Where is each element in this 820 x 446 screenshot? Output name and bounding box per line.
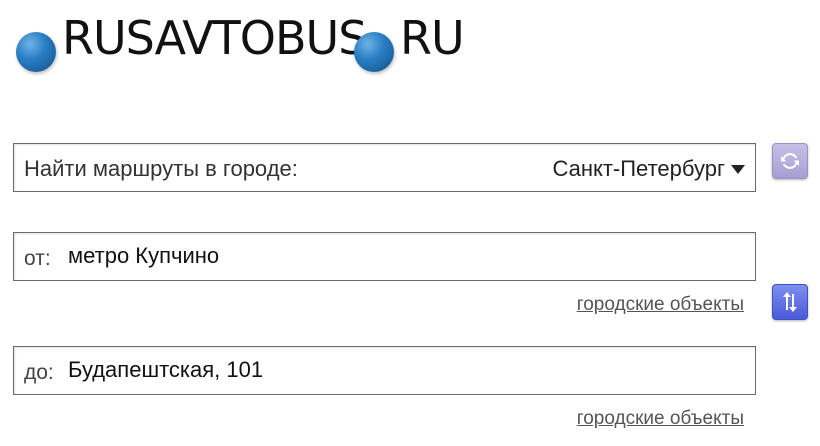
logo-dot-icon xyxy=(354,32,394,72)
to-field[interactable]: до: xyxy=(13,346,756,395)
to-label: до: xyxy=(24,361,54,384)
logo-text-main: RUSAVTOBUS xyxy=(62,11,367,65)
logo-text-domain: RU xyxy=(400,11,465,65)
site-logo[interactable]: RUSAVTOBUS RU xyxy=(14,8,474,78)
to-input[interactable] xyxy=(68,355,738,385)
from-input[interactable] xyxy=(68,241,738,271)
refresh-button[interactable] xyxy=(772,143,808,179)
swap-button[interactable] xyxy=(772,284,808,320)
chevron-down-icon xyxy=(731,164,745,174)
from-field[interactable]: от: xyxy=(13,232,756,281)
refresh-icon xyxy=(781,153,799,169)
swap-arrows-icon xyxy=(783,292,797,312)
to-city-objects-link[interactable]: городские объекты xyxy=(577,408,744,430)
from-city-objects-link[interactable]: городские объекты xyxy=(577,294,744,316)
city-selected-value: Санкт-Петербург xyxy=(552,156,725,181)
logo-dot-icon xyxy=(16,32,56,72)
city-dropdown[interactable]: Санкт-Петербург xyxy=(552,156,745,182)
city-selector[interactable]: Найти маршруты в городе: Санкт-Петербург xyxy=(13,143,756,192)
city-selector-label: Найти маршруты в городе: xyxy=(24,156,298,181)
from-label: от: xyxy=(24,247,51,270)
